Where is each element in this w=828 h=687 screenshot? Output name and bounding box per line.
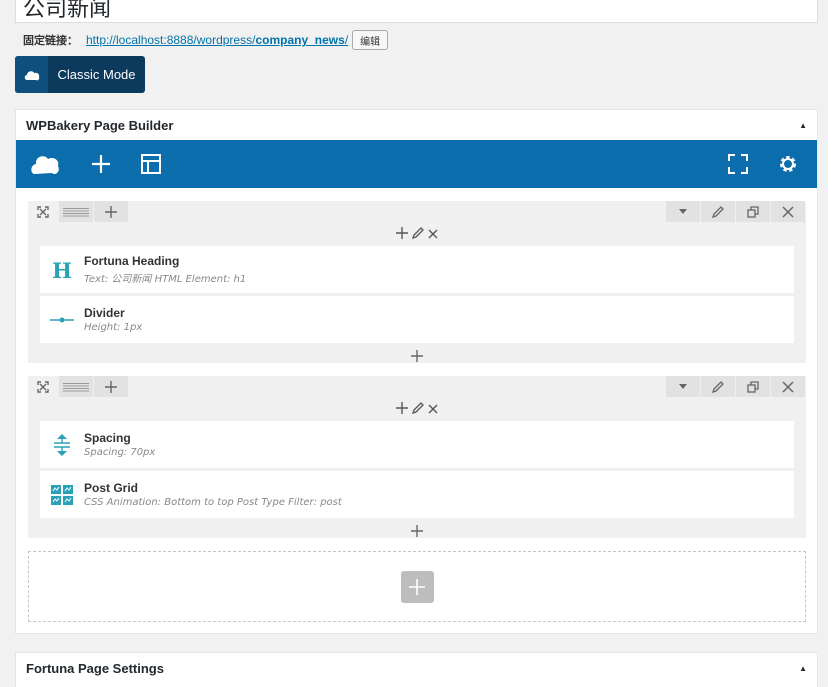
- move-row-icon[interactable]: [28, 376, 58, 397]
- svg-text:H: H: [52, 260, 72, 280]
- element-description: Text: 公司新闻 HTML Element: h1: [84, 274, 247, 285]
- edit-row-icon[interactable]: [701, 376, 735, 397]
- classic-mode-label: Classic Mode: [57, 67, 136, 82]
- row-layout-icon[interactable]: [59, 201, 93, 222]
- divider-icon: [40, 316, 84, 324]
- fortuna-settings-header[interactable]: Fortuna Page Settings ▲: [16, 653, 817, 683]
- classic-mode-button[interactable]: Classic Mode: [15, 56, 145, 93]
- add-element-below-icon[interactable]: [28, 346, 806, 366]
- delete-column-icon[interactable]: [428, 226, 438, 244]
- content-element[interactable]: Spacing Spacing: 70px: [40, 421, 794, 468]
- add-column-icon[interactable]: [94, 201, 128, 222]
- permalink-url-prefix: http://localhost:8888/wordpress/: [86, 33, 256, 47]
- wpbakery-panel-header[interactable]: WPBakery Page Builder ▲: [16, 110, 817, 140]
- element-name: Fortuna Heading: [84, 254, 180, 268]
- templates-icon[interactable]: [134, 140, 168, 188]
- builder-row: Spacing Spacing: 70px Post Grid CSS Anim…: [28, 376, 806, 538]
- element-description: Height: 1px: [84, 322, 143, 333]
- permalink-slug: company_news: [255, 33, 345, 47]
- add-element-to-column-icon[interactable]: [396, 401, 408, 419]
- add-row-button[interactable]: [400, 570, 434, 603]
- row-controls: [28, 376, 806, 399]
- move-row-icon[interactable]: [28, 201, 58, 222]
- fullscreen-icon[interactable]: [721, 140, 755, 188]
- element-description: Spacing: 70px: [84, 447, 156, 458]
- builder-row: H Fortuna Heading Text: 公司新闻 HTML Elemen…: [28, 201, 806, 363]
- permalink-link[interactable]: http://localhost:8888/wordpress/company_…: [86, 33, 348, 47]
- add-element-to-column-icon[interactable]: [396, 226, 408, 244]
- fortuna-settings-title: Fortuna Page Settings: [26, 660, 164, 676]
- edit-row-icon[interactable]: [701, 201, 735, 222]
- heading-icon: H: [40, 260, 84, 280]
- element-name: Spacing: [84, 431, 131, 445]
- delete-row-icon[interactable]: [771, 376, 805, 397]
- panel-toggle-icon[interactable]: ▲: [799, 664, 807, 673]
- spacing-icon: [40, 433, 84, 456]
- clone-row-icon[interactable]: [736, 376, 770, 397]
- delete-row-icon[interactable]: [771, 201, 805, 222]
- add-element-below-icon[interactable]: [28, 521, 806, 541]
- content-element[interactable]: H Fortuna Heading Text: 公司新闻 HTML Elemen…: [40, 246, 794, 293]
- empty-row-dropzone[interactable]: [28, 551, 806, 622]
- permalink-url-suffix: /: [344, 33, 349, 47]
- wpbakery-logo-icon[interactable]: [28, 140, 62, 188]
- content-element[interactable]: Divider Height: 1px: [40, 296, 794, 343]
- edit-column-icon[interactable]: [411, 226, 424, 244]
- delete-column-icon[interactable]: [428, 401, 438, 419]
- element-name: Divider: [84, 306, 125, 320]
- post-grid-icon: [40, 484, 84, 505]
- wpbakery-toolbar: [16, 140, 817, 188]
- panel-toggle-icon[interactable]: ▲: [799, 121, 807, 130]
- element-name: Post Grid: [84, 481, 139, 495]
- clone-row-icon[interactable]: [736, 201, 770, 222]
- settings-gear-icon[interactable]: [771, 140, 805, 188]
- row-toggle-icon[interactable]: [666, 376, 700, 397]
- permalink-bar: 固定链接： http://localhost:8888/wordpress/co…: [23, 30, 389, 50]
- post-title-input[interactable]: 公司新闻: [15, 0, 818, 23]
- column-controls: [28, 399, 806, 421]
- permalink-edit-button[interactable]: 编辑: [352, 30, 389, 50]
- element-description: CSS Animation: Bottom to top Post Type F…: [84, 497, 342, 508]
- edit-column-icon[interactable]: [411, 401, 424, 419]
- wpbakery-panel: WPBakery Page Builder ▲ H Fortuna Headin…: [15, 109, 818, 634]
- content-element[interactable]: Post Grid CSS Animation: Bottom to top P…: [40, 471, 794, 518]
- add-element-icon[interactable]: [84, 140, 118, 188]
- row-toggle-icon[interactable]: [666, 201, 700, 222]
- row-layout-icon[interactable]: [59, 376, 93, 397]
- wpbakery-panel-title: WPBakery Page Builder: [26, 117, 174, 133]
- permalink-label: 固定链接：: [23, 34, 78, 47]
- add-column-icon[interactable]: [94, 376, 128, 397]
- row-controls: [28, 201, 806, 224]
- wpbakery-logo-icon: [15, 56, 48, 93]
- column-controls: [28, 224, 806, 246]
- fortuna-settings-panel: Fortuna Page Settings ▲: [15, 652, 818, 687]
